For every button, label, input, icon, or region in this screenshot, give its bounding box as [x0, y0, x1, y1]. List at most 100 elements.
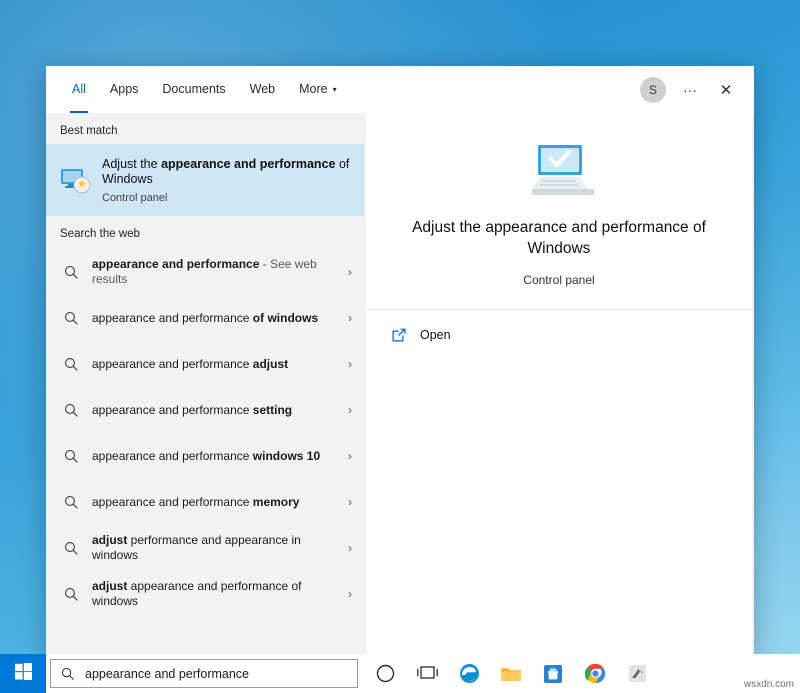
search-icon	[60, 265, 82, 280]
chevron-right-icon[interactable]: ›	[348, 403, 352, 417]
list-item-label: appearance and performance of windows	[92, 311, 348, 326]
open-action[interactable]: Open	[366, 310, 752, 344]
start-button[interactable]	[0, 654, 46, 693]
control-panel-display-icon	[58, 163, 92, 197]
search-panel-header: All Apps Documents Web More ▾ S ··· ✕	[46, 66, 754, 113]
chevron-right-icon[interactable]: ›	[348, 311, 352, 325]
list-item-label: appearance and performance - See web res…	[92, 257, 348, 287]
list-item-post: of windows	[249, 310, 319, 325]
list-item-bold: appearance and performance	[92, 257, 260, 271]
tab-more-label: More	[299, 82, 328, 96]
search-icon	[60, 357, 82, 372]
list-item-label: appearance and performance memory	[92, 495, 348, 510]
pinned-app-icon[interactable]	[626, 663, 648, 685]
search-the-web-label: Search the web	[60, 228, 140, 240]
task-view-icon[interactable]	[416, 663, 438, 685]
best-match-title-bold1: appearance and	[161, 156, 257, 171]
tab-more[interactable]: More ▾	[287, 66, 349, 113]
chevron-right-icon[interactable]: ›	[348, 449, 352, 463]
taskbar: appearance and performance wsxdn.com	[0, 654, 800, 693]
close-button[interactable]: ✕	[708, 72, 744, 108]
best-match-subtitle: Control panel	[102, 191, 168, 204]
list-item-bold: adjust	[92, 579, 128, 593]
preview-pane: Adjust the appearance and performance of…	[366, 113, 752, 656]
tab-documents-label: Documents	[162, 82, 226, 96]
list-item-label: appearance and performance adjust	[92, 357, 348, 372]
search-icon	[60, 403, 82, 418]
best-match-text: Adjust the appearance and performance of…	[102, 157, 352, 204]
chevron-down-icon: ▾	[332, 85, 337, 94]
list-item-label: adjust appearance and performance of win…	[92, 579, 348, 609]
open-label: Open	[420, 328, 451, 342]
best-match-result[interactable]: Adjust the appearance and performance of…	[46, 144, 364, 216]
best-match-title: Adjust the appearance and performance of…	[102, 157, 352, 187]
search-icon	[60, 311, 82, 326]
list-item[interactable]: appearance and performance of windows ›	[46, 295, 364, 341]
list-item-post: memory	[249, 494, 300, 509]
close-icon: ✕	[719, 81, 733, 99]
search-icon	[60, 541, 82, 556]
taskbar-search-box[interactable]: appearance and performance	[50, 659, 358, 688]
best-match-title-bold2: performance	[259, 156, 336, 171]
microsoft-edge-icon[interactable]	[458, 663, 480, 685]
windows-start-icon	[14, 662, 32, 685]
list-item-label: appearance and performance setting	[92, 403, 348, 418]
search-icon	[59, 667, 77, 681]
open-external-icon	[390, 326, 408, 344]
list-item-bold: appearance and performance	[92, 402, 250, 417]
chevron-right-icon[interactable]: ›	[348, 587, 352, 601]
search-panel-body: Best match Adjust the appearance and per…	[46, 113, 754, 656]
search-input[interactable]: appearance and performance	[85, 667, 249, 681]
preview-subtitle: Control panel	[523, 273, 595, 287]
tab-apps[interactable]: Apps	[98, 66, 151, 113]
display-check-icon	[524, 143, 596, 201]
list-item[interactable]: appearance and performance memory ›	[46, 479, 364, 525]
windows-search-panel: All Apps Documents Web More ▾ S ··· ✕ Bes…	[46, 66, 754, 656]
list-item-label: appearance and performance windows 10	[92, 449, 348, 464]
search-icon	[60, 495, 82, 510]
taskbar-icons	[374, 663, 648, 685]
tab-web-label: Web	[249, 82, 276, 96]
web-results-list: appearance and performance - See web res…	[46, 249, 364, 617]
tab-web[interactable]: Web	[238, 66, 287, 113]
chevron-right-icon[interactable]: ›	[348, 265, 352, 279]
list-item-bold: appearance and performance	[92, 310, 250, 325]
more-options-button[interactable]: ···	[672, 72, 708, 108]
search-filter-tabs: All Apps Documents Web More ▾	[60, 66, 349, 113]
best-match-section-label: Best match	[60, 125, 118, 137]
search-icon	[60, 449, 82, 464]
list-item[interactable]: appearance and performance windows 10 ›	[46, 433, 364, 479]
best-match-title-pre: Adjust the	[102, 156, 162, 171]
list-item-bold: appearance and performance	[92, 356, 250, 371]
avatar-initial: S	[648, 82, 657, 97]
tab-documents[interactable]: Documents	[150, 66, 237, 113]
list-item[interactable]: adjust performance and appearance in win…	[46, 525, 364, 571]
tab-apps-label: Apps	[109, 82, 139, 96]
cortana-icon[interactable]	[374, 663, 396, 685]
list-item-bold: adjust	[92, 533, 128, 547]
tab-all-label: All	[72, 82, 86, 96]
chevron-right-icon[interactable]: ›	[348, 495, 352, 509]
chevron-right-icon[interactable]: ›	[348, 357, 352, 371]
list-item-post: windows 10	[249, 448, 321, 463]
tab-all[interactable]: All	[60, 66, 98, 113]
google-chrome-icon[interactable]	[584, 663, 606, 685]
list-item-post: setting	[249, 402, 293, 417]
watermark: wsxdn.com	[743, 679, 794, 690]
list-item[interactable]: adjust appearance and performance of win…	[46, 571, 364, 617]
list-item-post: adjust	[249, 356, 289, 371]
chevron-right-icon[interactable]: ›	[348, 541, 352, 555]
list-item[interactable]: appearance and performance adjust ›	[46, 341, 364, 387]
header-right-controls: S ··· ✕	[640, 66, 744, 113]
microsoft-store-icon[interactable]	[542, 663, 564, 685]
list-item-bold: appearance and performance	[92, 494, 250, 509]
file-explorer-icon[interactable]	[500, 663, 522, 685]
list-item[interactable]: appearance and performance setting ›	[46, 387, 364, 433]
list-item[interactable]: appearance and performance - See web res…	[46, 249, 364, 295]
ellipsis-icon: ···	[683, 81, 697, 98]
search-results-column: Best match Adjust the appearance and per…	[46, 113, 364, 656]
search-icon	[60, 587, 82, 602]
list-item-bold: appearance and performance	[92, 448, 250, 463]
list-item-label: adjust performance and appearance in win…	[92, 533, 348, 563]
avatar[interactable]: S	[640, 76, 666, 103]
